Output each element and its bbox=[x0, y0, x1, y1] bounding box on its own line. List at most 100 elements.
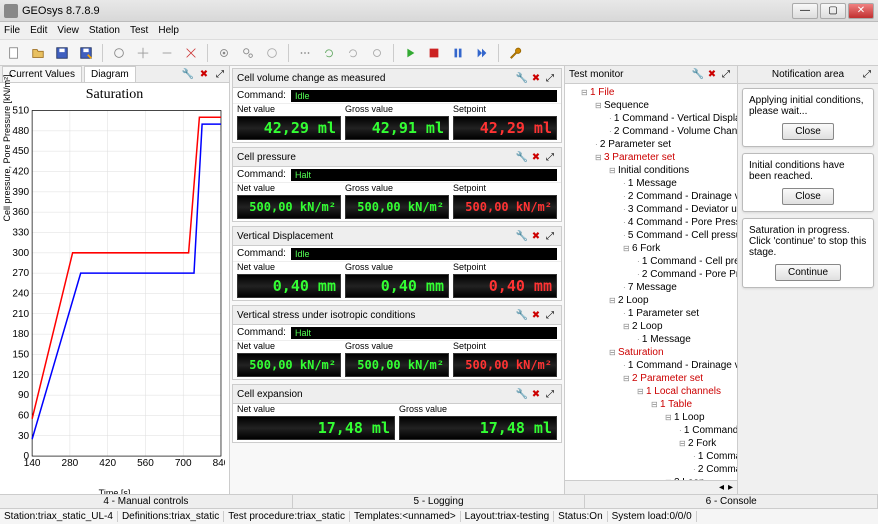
tree-node[interactable]: 5 Command - Cell pressure bbox=[628, 230, 737, 241]
bottom-tab[interactable]: 6 - Console bbox=[585, 495, 878, 508]
dots-icon[interactable] bbox=[295, 43, 315, 63]
menu-edit[interactable]: Edit bbox=[30, 25, 47, 36]
maximize-button[interactable]: ▢ bbox=[820, 3, 846, 19]
expand-icon[interactable]: ⤢ bbox=[543, 229, 557, 243]
svg-text:300: 300 bbox=[12, 248, 29, 259]
tree-node[interactable]: 1 Command - Cell pressure bbox=[642, 256, 737, 267]
expand-icon[interactable]: ⤢ bbox=[543, 308, 557, 322]
tree-node[interactable]: 2 Fork bbox=[688, 438, 716, 449]
tab-current-values[interactable]: Current Values bbox=[2, 66, 82, 82]
scroll-right-icon[interactable]: ▸ bbox=[728, 482, 733, 493]
tree-node[interactable]: 6 Fork bbox=[632, 243, 660, 254]
tree-node[interactable]: 2 Loop bbox=[632, 321, 663, 332]
save-icon[interactable] bbox=[52, 43, 72, 63]
wrench-icon[interactable]: 🔧 bbox=[515, 150, 529, 164]
wrench-icon[interactable]: 🔧 bbox=[515, 229, 529, 243]
tree-node[interactable]: 2 Command bbox=[698, 464, 737, 475]
status-segment: Layout:triax-testing bbox=[461, 511, 555, 522]
tool2-icon[interactable] bbox=[133, 43, 153, 63]
tree-node[interactable]: 1 File bbox=[590, 87, 614, 98]
refresh2-icon[interactable] bbox=[343, 43, 363, 63]
lcd-value: 0,40 mm bbox=[453, 274, 557, 298]
tree-node[interactable]: 1 Parameter set bbox=[628, 308, 699, 319]
tree-node[interactable]: 1 Message bbox=[628, 178, 677, 189]
bottom-tab[interactable]: 5 - Logging bbox=[293, 495, 586, 508]
menu-view[interactable]: View bbox=[57, 25, 79, 36]
y-axis-label: Cell pressure, Pore Pressure [kN/m²] bbox=[2, 75, 12, 222]
tree-node[interactable]: 7 Message bbox=[628, 282, 677, 293]
refresh-icon[interactable] bbox=[319, 43, 339, 63]
tree-node[interactable]: 2 Parameter set bbox=[600, 139, 671, 150]
new-icon[interactable] bbox=[4, 43, 24, 63]
wrench-icon[interactable]: 🔧 bbox=[515, 308, 529, 322]
tree-node[interactable]: 1 Message bbox=[642, 334, 691, 345]
tool-icon[interactable] bbox=[109, 43, 129, 63]
expand-icon[interactable]: ⤢ bbox=[543, 150, 557, 164]
menu-station[interactable]: Station bbox=[89, 25, 120, 36]
close-button[interactable]: ✕ bbox=[848, 3, 874, 19]
gear3-icon[interactable] bbox=[262, 43, 282, 63]
tab-diagram[interactable]: Diagram bbox=[84, 66, 136, 82]
minimize-button[interactable]: — bbox=[792, 3, 818, 19]
tree-node[interactable]: Sequence bbox=[604, 100, 649, 111]
svg-text:140: 140 bbox=[24, 458, 41, 469]
expand-icon[interactable]: ⤢ bbox=[213, 67, 227, 81]
wrench-icon[interactable]: 🔧 bbox=[515, 71, 529, 85]
delete-icon[interactable]: ✖ bbox=[705, 68, 719, 82]
tree-node[interactable]: 2 Command - Volume Change bbox=[614, 126, 737, 137]
tree-node[interactable]: 1 Command - D bbox=[684, 425, 737, 436]
wrench-icon[interactable] bbox=[505, 43, 525, 63]
fast-forward-icon[interactable] bbox=[472, 43, 492, 63]
menu-file[interactable]: File bbox=[4, 25, 20, 36]
wrench-icon[interactable]: 🔧 bbox=[515, 387, 529, 401]
tree-node[interactable]: 1 Local channels bbox=[646, 386, 721, 397]
pause-icon[interactable] bbox=[448, 43, 468, 63]
wrench-icon[interactable]: 🔧 bbox=[691, 68, 705, 82]
tool3-icon[interactable] bbox=[157, 43, 177, 63]
delete-icon[interactable]: ✖ bbox=[529, 229, 543, 243]
tree-node[interactable]: 2 Parameter set bbox=[632, 373, 703, 384]
tree-node[interactable]: 3 Parameter set bbox=[604, 152, 675, 163]
gear-icon[interactable] bbox=[214, 43, 234, 63]
expand-icon[interactable]: ⤢ bbox=[719, 68, 733, 82]
gear4-icon[interactable] bbox=[367, 43, 387, 63]
tree-node[interactable]: 3 Command - Deviator under isotr bbox=[628, 204, 737, 215]
expand-icon[interactable]: ⤢ bbox=[543, 387, 557, 401]
close-button[interactable]: Close bbox=[782, 123, 834, 140]
tree-node[interactable]: 1 Loop bbox=[674, 412, 705, 423]
play-icon[interactable] bbox=[400, 43, 420, 63]
delete-icon[interactable]: ✖ bbox=[529, 308, 543, 322]
delete-icon[interactable]: ✖ bbox=[197, 67, 211, 81]
tool4-icon[interactable] bbox=[181, 43, 201, 63]
scroll-left-icon[interactable]: ◂ bbox=[719, 482, 724, 493]
tree-node[interactable]: 2 Command - Drainage valve bbox=[628, 191, 737, 202]
tree-node[interactable]: 2 Loop bbox=[618, 295, 649, 306]
gear2-icon[interactable] bbox=[238, 43, 258, 63]
expand-icon[interactable]: ⤢ bbox=[860, 68, 874, 82]
bottom-tab[interactable]: 4 - Manual controls bbox=[0, 495, 293, 508]
wrench-icon[interactable]: 🔧 bbox=[181, 67, 195, 81]
svg-text:560: 560 bbox=[137, 458, 154, 469]
open-icon[interactable] bbox=[28, 43, 48, 63]
tree-node[interactable]: 1 Command - Vertical Displacement bbox=[614, 113, 737, 124]
tree-node[interactable]: 1 Command bbox=[698, 451, 737, 462]
tree-node[interactable]: 1 Command - Drainage valve bbox=[628, 360, 737, 371]
continue-button[interactable]: Continue bbox=[775, 264, 841, 281]
saveas-icon[interactable] bbox=[76, 43, 96, 63]
stop-icon[interactable] bbox=[424, 43, 444, 63]
status-segment: Definitions:triax_static bbox=[118, 511, 224, 522]
delete-icon[interactable]: ✖ bbox=[529, 387, 543, 401]
menu-test[interactable]: Test bbox=[130, 25, 148, 36]
tree-node[interactable]: 4 Command - Pore Pressure bbox=[628, 217, 737, 228]
menu-help[interactable]: Help bbox=[158, 25, 179, 36]
tree-node[interactable]: Saturation bbox=[618, 347, 664, 358]
tree-node[interactable]: 2 Command - Pore Pressure bbox=[642, 269, 737, 280]
delete-icon[interactable]: ✖ bbox=[529, 150, 543, 164]
delete-icon[interactable]: ✖ bbox=[529, 71, 543, 85]
tree-node[interactable]: Initial conditions bbox=[618, 165, 689, 176]
tree[interactable]: 1 File Sequence 1 Command - Vertical Displ… bbox=[565, 84, 737, 480]
tree-node[interactable]: 1 Table bbox=[660, 399, 692, 410]
svg-text:150: 150 bbox=[12, 349, 29, 360]
expand-icon[interactable]: ⤢ bbox=[543, 71, 557, 85]
close-button[interactable]: Close bbox=[782, 188, 834, 205]
